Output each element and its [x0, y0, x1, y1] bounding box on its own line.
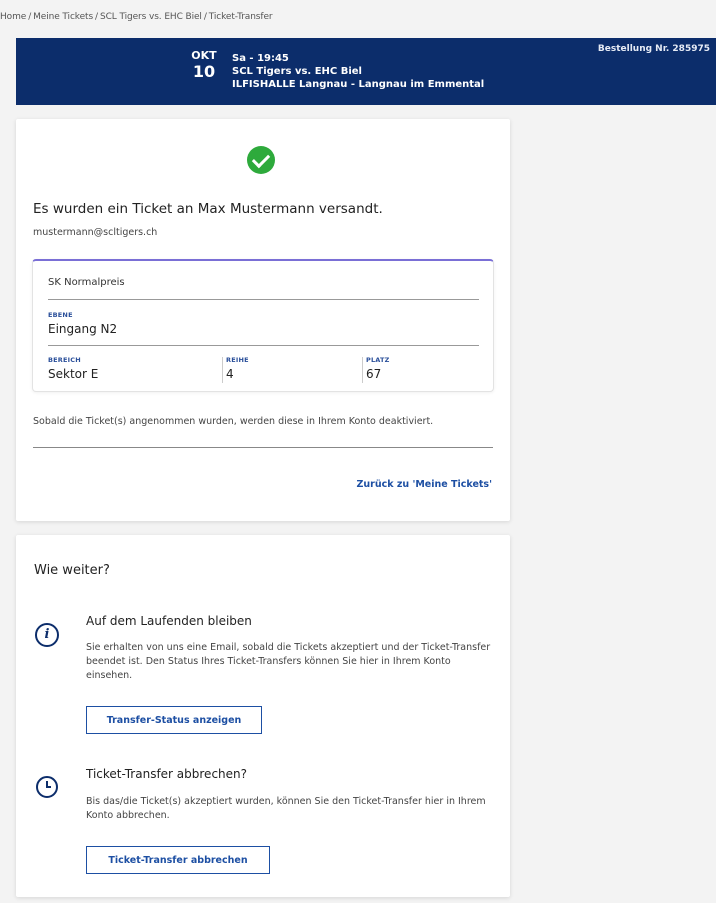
event-venue: ILFISHALLE Langnau - Langnau im Emmental [232, 79, 485, 90]
back-to-my-tickets-link[interactable]: Zurück zu 'Meine Tickets' [356, 479, 492, 490]
stay-informed-text: Sie erhalten von uns eine Email, sobald … [86, 642, 491, 681]
breadcrumb-separator: / [95, 12, 98, 22]
event-title: SCL Tigers vs. EHC Biel [232, 66, 362, 77]
column-divider [222, 357, 223, 383]
show-transfer-status-button[interactable]: Transfer-Status anzeigen [86, 706, 262, 734]
bereich-label: BEREICH [48, 356, 81, 364]
divider [48, 345, 479, 346]
check-circle-icon [247, 146, 275, 174]
platz-label: PLATZ [366, 356, 390, 364]
ticket-type: SK Normalpreis [48, 277, 125, 288]
order-number: Bestellung Nr. 285975 [597, 44, 710, 54]
transfer-confirmation-card: Es wurden ein Ticket an Max Mustermann v… [16, 119, 510, 521]
breadcrumb-home[interactable]: Home [0, 12, 26, 22]
event-day: 10 [192, 62, 216, 81]
breadcrumb: Home / Meine Tickets / SCL Tigers vs. EHC Bi… [0, 12, 273, 22]
event-time: Sa - 19:45 [232, 53, 289, 64]
next-steps-title: Wie weiter? [34, 563, 110, 578]
event-header: OKT 10 Sa - 19:45 SCL Tigers vs. EHC Bie… [16, 38, 716, 105]
cancel-transfer-button[interactable]: Ticket-Transfer abbrechen [86, 846, 270, 874]
column-divider [362, 357, 363, 383]
divider [48, 299, 479, 300]
recipient-email: mustermann@scltigers.ch [33, 227, 158, 238]
clock-icon [36, 776, 58, 798]
breadcrumb-event[interactable]: SCL Tigers vs. EHC Biel [100, 12, 202, 22]
platz-value: 67 [366, 367, 382, 381]
event-month: OKT [191, 49, 217, 62]
event-info: Sa - 19:45 SCL Tigers vs. EHC Biel ILFIS… [232, 52, 484, 91]
divider [33, 447, 493, 448]
cancel-transfer-title: Ticket-Transfer abbrechen? [86, 767, 247, 781]
ticket-details: SK Normalpreis EBENE Eingang N2 BEREICH … [32, 259, 494, 392]
event-date: OKT 10 [178, 50, 230, 81]
next-steps-card: Wie weiter? i Auf dem Laufenden bleiben … [16, 535, 510, 897]
info-icon: i [35, 623, 59, 647]
confirmation-title: Es wurden ein Ticket an Max Mustermann v… [33, 201, 383, 217]
reihe-label: REIHE [226, 356, 249, 364]
ebene-value: Eingang N2 [48, 322, 118, 336]
bereich-value: Sektor E [48, 367, 99, 381]
deactivation-notice: Sobald die Ticket(s) angenommen wurden, … [33, 416, 434, 427]
cancel-transfer-text: Bis das/die Ticket(s) akzeptiert wurden,… [86, 796, 486, 821]
breadcrumb-current: Ticket-Transfer [208, 12, 273, 22]
reihe-value: 4 [226, 367, 234, 381]
breadcrumb-separator: / [203, 12, 207, 22]
breadcrumb-meine-tickets[interactable]: Meine Tickets [33, 12, 93, 22]
stay-informed-title: Auf dem Laufenden bleiben [86, 614, 252, 628]
breadcrumb-separator: / [28, 12, 32, 22]
ebene-label: EBENE [48, 311, 73, 319]
